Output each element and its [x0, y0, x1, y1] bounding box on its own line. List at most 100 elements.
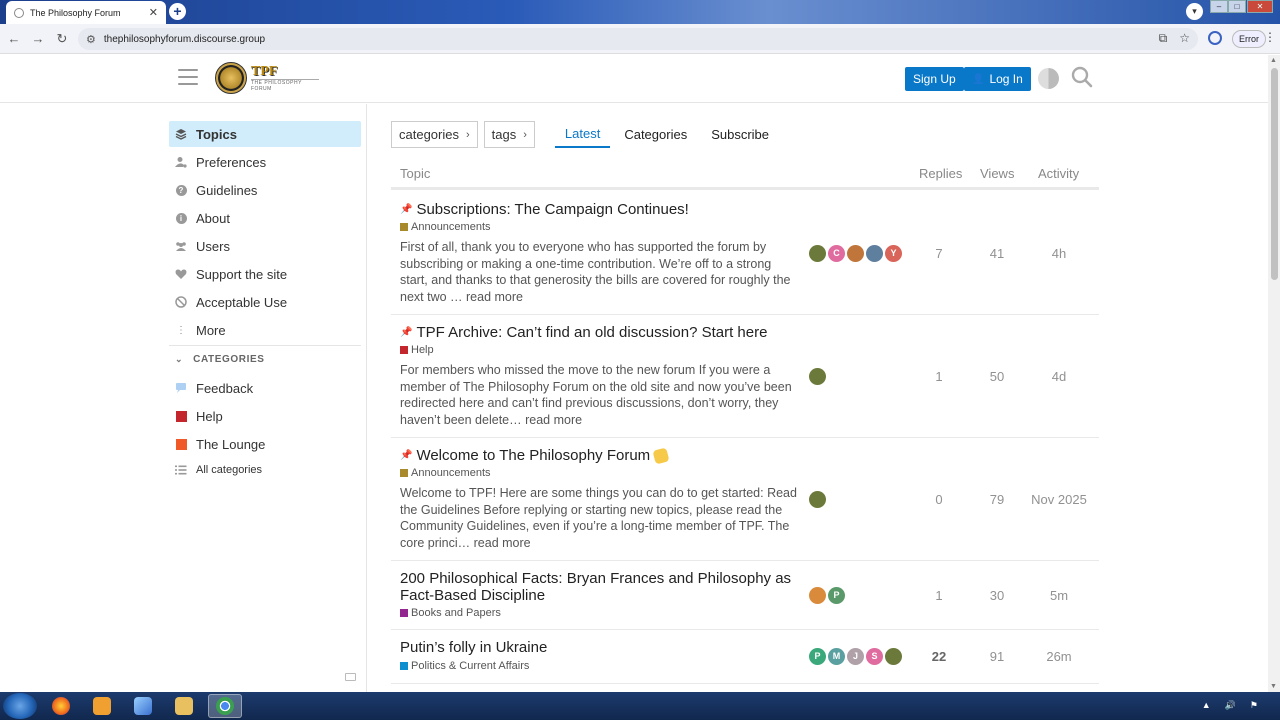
topic-title-link[interactable]: Putin’s folly in Ukraine [400, 639, 547, 656]
tab-search-button[interactable]: ▾ [1186, 3, 1203, 20]
bookmark-star-icon[interactable]: ☆ [1179, 31, 1190, 46]
browser-menu-icon[interactable]: ⋮ [1264, 30, 1276, 44]
topic-title-link[interactable]: 📌 Welcome to The Philosophy Forum [400, 446, 670, 465]
taskbar-media-player[interactable] [85, 694, 119, 718]
taskbar-firefox[interactable] [44, 694, 78, 718]
sidebar-item-more[interactable]: ⋮ More [169, 317, 361, 343]
tags-dropdown[interactable]: tags › [483, 121, 535, 148]
activity-time[interactable]: 26m [1019, 649, 1099, 664]
sidebar-item-support[interactable]: Support the site [169, 261, 361, 287]
sidebar-item-users[interactable]: Users [169, 233, 361, 259]
avatar[interactable] [809, 587, 826, 604]
profile-icon[interactable] [1208, 31, 1222, 45]
install-app-icon[interactable]: ⧉ [1159, 31, 1168, 46]
window-close-button[interactable]: ✕ [1247, 0, 1273, 13]
sidebar-item-guidelines[interactable]: ? Guidelines [169, 177, 361, 203]
category-badge[interactable]: Announcements [400, 221, 491, 233]
avatar[interactable]: Y [885, 245, 902, 262]
sidebar-category-the-lounge[interactable]: The Lounge [169, 431, 361, 457]
sidebar-item-about[interactable]: i About [169, 205, 361, 231]
category-badge[interactable]: Help [400, 344, 434, 356]
categories-section-toggle[interactable]: ⌄ CATEGORIES [175, 354, 265, 365]
sidebar-item-preferences[interactable]: Preferences [169, 149, 361, 175]
category-badge[interactable]: Politics & Current Affairs [400, 660, 529, 672]
replies-count[interactable]: 0 [909, 492, 969, 507]
scrollbar-thumb[interactable] [1271, 68, 1278, 280]
replies-count[interactable]: 22 [909, 649, 969, 664]
topic-title-link[interactable]: 200 Philosophical Facts: Bryan Frances a… [400, 570, 810, 604]
replies-count[interactable]: 1 [909, 369, 969, 384]
avatar[interactable]: J [847, 648, 864, 665]
avatar[interactable]: P [809, 648, 826, 665]
error-button[interactable]: Error [1232, 30, 1266, 48]
topic-title-link[interactable]: 📌 Subscriptions: The Campaign Continues! [400, 201, 689, 218]
new-tab-button[interactable]: + [169, 3, 186, 20]
scroll-up-icon[interactable]: ▲ [1270, 57, 1277, 64]
taskbar-file-explorer[interactable] [167, 694, 201, 718]
taskbar-chrome[interactable] [208, 694, 242, 718]
maximize-button[interactable]: □ [1228, 0, 1246, 13]
search-icon[interactable] [1071, 66, 1093, 88]
avatar[interactable]: S [866, 648, 883, 665]
sidebar-item-acceptable-use[interactable]: Acceptable Use [169, 289, 361, 315]
minimize-button[interactable]: – [1210, 0, 1228, 13]
activity-time[interactable]: 5m [1019, 588, 1099, 603]
keyboard-shortcuts-icon[interactable] [345, 673, 356, 681]
activity-time[interactable]: 4d [1019, 369, 1099, 384]
sidebar-category-help[interactable]: Help [169, 403, 361, 429]
sidebar-item-topics[interactable]: Topics [169, 121, 361, 147]
taskbar-app-cube[interactable] [126, 694, 160, 718]
topic-title-link[interactable]: 📌 TPF Archive: Can’t find an old discuss… [400, 324, 767, 341]
tab-subscribe[interactable]: Subscribe [711, 122, 769, 147]
log-in-button[interactable]: 👤 Log In [964, 67, 1031, 91]
back-icon[interactable]: ← [2, 31, 26, 46]
avatar[interactable] [847, 245, 864, 262]
sidebar-category-feedback[interactable]: Feedback [169, 375, 361, 401]
tab-latest[interactable]: Latest [554, 121, 611, 148]
tray-arrow-icon[interactable]: ▲ [1202, 700, 1211, 711]
avatar[interactable]: C [828, 245, 845, 262]
read-more-link[interactable]: read more [474, 536, 531, 550]
flag-icon[interactable]: ⚑ [1250, 700, 1258, 711]
replies-count[interactable]: 7 [909, 246, 969, 261]
category-swatch-icon [400, 609, 408, 617]
hamburger-menu-icon[interactable] [178, 69, 198, 85]
tags-dropdown-label: tags [491, 127, 517, 142]
tab-title: The Philosophy Forum [30, 7, 121, 18]
column-replies[interactable]: Replies [919, 166, 962, 181]
site-logo[interactable]: TPF THE PHILOSOPHY FORUM [215, 62, 325, 94]
activity-time[interactable]: Nov 2025 [1019, 492, 1099, 507]
volume-icon[interactable]: 🔊 [1225, 700, 1236, 711]
avatar[interactable] [809, 245, 826, 262]
url-field[interactable]: ⚙ thephilosophyforum.discourse.group [78, 28, 1198, 50]
start-button-icon[interactable] [3, 693, 37, 719]
theme-toggle-icon[interactable] [1038, 68, 1059, 89]
column-views[interactable]: Views [980, 166, 1014, 181]
activity-time[interactable]: 4h [1019, 246, 1099, 261]
avatar[interactable] [809, 368, 826, 385]
sign-up-button[interactable]: Sign Up [905, 67, 964, 91]
avatar[interactable] [885, 648, 902, 665]
browser-tab[interactable]: The Philosophy Forum ✕ [6, 1, 166, 24]
scroll-down-icon[interactable]: ▼ [1270, 683, 1277, 690]
sidebar-item-label: Guidelines [196, 182, 258, 198]
avatar[interactable] [809, 491, 826, 508]
site-info-icon[interactable]: ⚙ [86, 33, 96, 46]
category-badge[interactable]: Books and Papers [400, 607, 501, 619]
reload-icon[interactable]: ↻ [50, 31, 74, 47]
category-swatch-icon [400, 469, 408, 477]
read-more-link[interactable]: read more [525, 413, 582, 427]
column-topic[interactable]: Topic [400, 166, 430, 181]
category-badge[interactable]: Announcements [400, 467, 491, 479]
tab-categories[interactable]: Categories [624, 122, 687, 147]
sidebar-all-categories[interactable]: All categories [169, 457, 361, 483]
avatar[interactable]: P [828, 587, 845, 604]
avatar[interactable]: M [828, 648, 845, 665]
categories-dropdown[interactable]: categories › [391, 121, 478, 148]
avatar[interactable] [866, 245, 883, 262]
read-more-link[interactable]: read more [466, 290, 523, 304]
replies-count[interactable]: 1 [909, 588, 969, 603]
forward-icon[interactable]: → [26, 31, 50, 46]
column-activity[interactable]: Activity [1038, 166, 1079, 181]
close-tab-icon[interactable]: ✕ [149, 6, 158, 19]
